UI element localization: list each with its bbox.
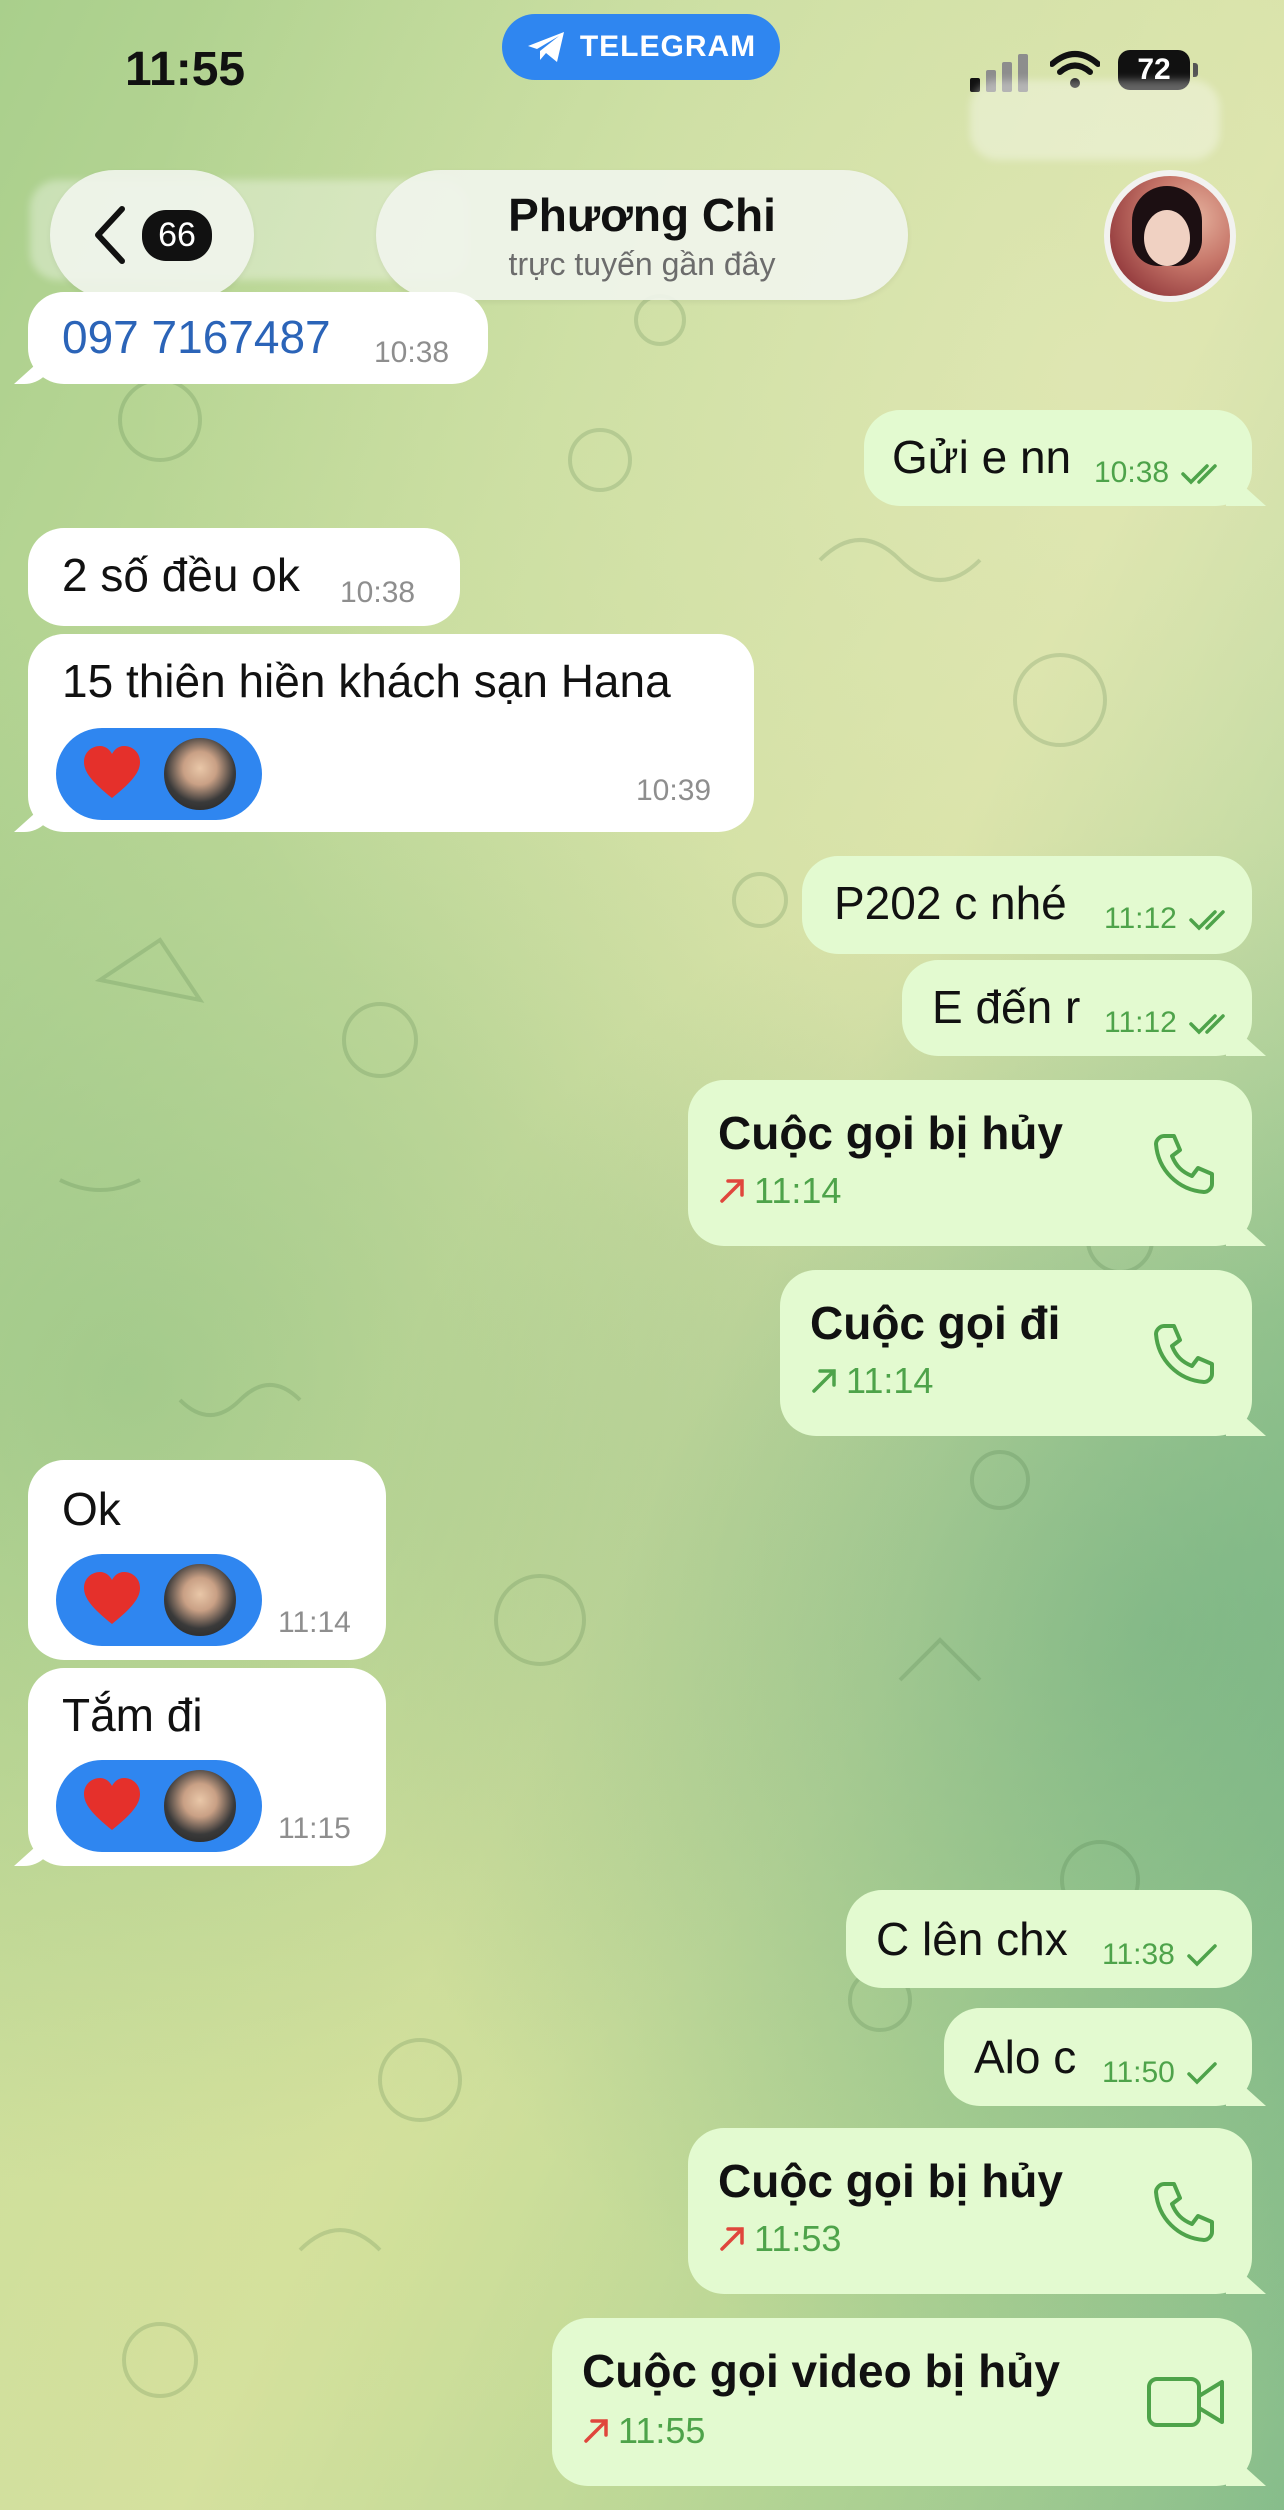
reactor-avatar [162,1562,238,1638]
call-bubble[interactable]: Cuộc gọi đi 11:14 [780,1270,1252,1436]
message-time: 11:12 [1104,902,1233,936]
message-time: 11:15 [278,1812,351,1845]
unread-count-badge: 66 [142,209,212,261]
message-bubble-outgoing[interactable]: Gửi e nn 10:38 [864,410,1252,506]
message-time: 11:14 [278,1606,351,1639]
message-time: 11:50 [1102,2056,1219,2090]
message-time: 10:39 [636,774,712,807]
double-check-icon [1181,464,1218,485]
message-text: Alo c [974,2031,1077,2083]
message-bubble-incoming[interactable]: 097 7167487 10:38 [28,292,488,384]
contact-avatar[interactable] [1104,170,1236,302]
telegram-pill[interactable]: TELEGRAM [502,14,780,80]
arrow-up-right-icon [812,1369,836,1393]
message-time: 11:38 [1102,1938,1219,1972]
message-bubble-incoming[interactable]: 2 số đều ok 10:38 [28,528,460,626]
message-time: 10:38 [340,576,416,609]
message-bubble-outgoing[interactable]: E đến r 11:12 [902,960,1252,1056]
back-button[interactable]: 66 [50,170,254,300]
message-bubble-incoming[interactable]: Ok 11:14 [28,1460,386,1660]
arrow-up-right-icon [584,2419,608,2443]
message-text-phone-link[interactable]: 097 7167487 [62,310,331,364]
call-title: Cuộc gọi video bị hủy [582,2345,1060,2397]
message-text: Ok [62,1483,121,1535]
heart-icon [84,1572,140,1624]
message-text: Tắm đi [62,1689,203,1741]
chat-title[interactable]: Phương Chi trực tuyến gần đây [376,170,908,300]
arrow-up-right-icon [720,1179,744,1203]
reaction-chip[interactable] [56,1554,262,1646]
avatar-photo [1110,176,1230,296]
reaction-chip[interactable] [56,1760,262,1852]
reactor-avatar [162,736,238,812]
chevron-left-icon [95,206,125,264]
scrolled-bubble-ghost [970,80,1220,160]
message-bubble-outgoing[interactable]: P202 c nhé 11:12 [802,856,1252,954]
call-title: Cuộc gọi bị hủy [718,1107,1063,1159]
phone-icon[interactable] [1150,1320,1218,1388]
call-title: Cuộc gọi đi [810,1297,1061,1349]
message-text: C lên chx [876,1913,1068,1965]
arrow-up-right-icon [720,2227,744,2251]
telegram-pill-label: TELEGRAM [579,30,757,63]
call-meta: 11:14 [810,1360,933,1402]
call-meta: 11:55 [582,2410,705,2452]
phone-icon[interactable] [1150,1130,1218,1198]
heart-icon [84,1778,140,1830]
message-time: 11:12 [1104,1006,1233,1040]
call-bubble[interactable]: Cuộc gọi video bị hủy 11:55 [552,2318,1252,2486]
call-meta: 11:53 [718,2218,841,2260]
message-text: P202 c nhé [834,877,1067,929]
message-text: 2 số đều ok [62,549,300,601]
call-meta: 11:14 [718,1170,841,1212]
call-bubble[interactable]: Cuộc gọi bị hủy 11:14 [688,1080,1252,1246]
double-check-icon [1189,1014,1225,1035]
video-icon[interactable] [1146,2374,1226,2430]
double-check-icon [1189,910,1225,931]
call-title: Cuộc gọi bị hủy [718,2155,1063,2207]
call-bubble[interactable]: Cuộc gọi bị hủy 11:53 [688,2128,1252,2294]
contact-status: trực tuyến gần đây [508,246,776,282]
check-icon [1187,1944,1217,1967]
message-text: 15 thiên hiền khách sạn Hana [62,655,671,707]
status-time: 11:55 [125,43,246,96]
message-bubble-incoming[interactable]: 15 thiên hiền khách sạn Hana 10:39 [28,634,754,832]
message-bubble-outgoing[interactable]: C lên chx 11:38 [846,1890,1252,1988]
message-text: Gửi e nn [892,431,1072,483]
reaction-chip[interactable] [56,728,262,820]
message-text: E đến r [932,981,1081,1033]
reactor-avatar [162,1768,238,1844]
check-icon [1187,2062,1217,2085]
message-bubble-outgoing[interactable]: Alo c 11:50 [944,2008,1252,2106]
heart-icon [84,746,140,798]
message-time: 10:38 [374,336,450,369]
message-time: 10:38 [1094,456,1225,490]
message-bubble-incoming[interactable]: Tắm đi 11:15 [28,1668,386,1866]
telegram-plane-icon [527,32,564,62]
phone-icon[interactable] [1150,2178,1218,2246]
contact-name: Phương Chi [508,189,776,241]
